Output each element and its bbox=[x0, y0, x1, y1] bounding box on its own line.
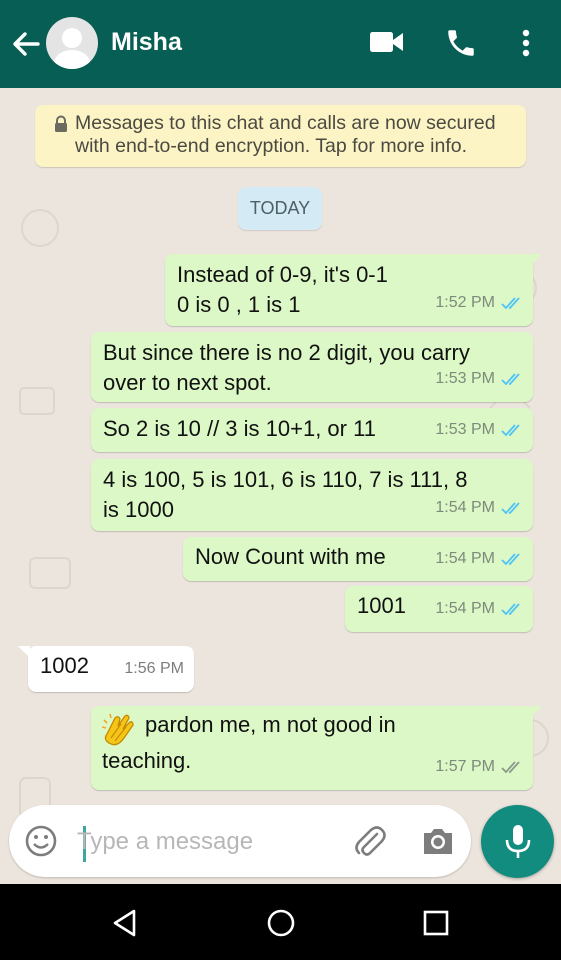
read-ticks-icon bbox=[501, 373, 520, 386]
recents-square-icon[interactable] bbox=[422, 909, 450, 937]
emoji-icon[interactable] bbox=[24, 824, 58, 858]
message-bubble-outgoing[interactable]: Instead of 0-9, it's 0-1 0 is 0 , 1 is 1… bbox=[165, 254, 542, 326]
message-text: 1001 bbox=[357, 593, 406, 618]
message-text: 1002 bbox=[40, 653, 89, 678]
phone-call-icon[interactable] bbox=[444, 26, 478, 60]
message-text: 4 is 100, 5 is 101, 6 is 110, 7 is 111, … bbox=[103, 467, 468, 492]
contact-name[interactable]: Misha bbox=[111, 28, 182, 57]
message-time: 1:53 PM bbox=[435, 421, 495, 438]
back-triangle-icon[interactable] bbox=[110, 908, 140, 938]
back-arrow-icon[interactable] bbox=[10, 28, 42, 60]
avatar[interactable] bbox=[46, 17, 98, 69]
encryption-notice[interactable]: Messages to this chat and calls are now … bbox=[35, 105, 526, 167]
message-time: 1:56 PM bbox=[124, 660, 184, 677]
read-ticks-icon bbox=[501, 502, 520, 515]
message-text: is 1000 bbox=[103, 497, 174, 522]
read-ticks-icon bbox=[501, 297, 520, 310]
video-call-icon[interactable] bbox=[369, 30, 405, 56]
delivered-ticks-icon bbox=[501, 761, 520, 774]
message-composer bbox=[9, 805, 471, 877]
clapping-hands-icon bbox=[101, 713, 134, 746]
encryption-notice-line2: with end-to-end encryption. Tap for more… bbox=[75, 135, 468, 157]
message-bubble-outgoing[interactable]: So 2 is 10 // 3 is 10+1, or 11 1:53 PM bbox=[91, 408, 533, 452]
message-text: over to next spot. bbox=[103, 370, 272, 395]
more-options-icon[interactable] bbox=[519, 28, 533, 60]
message-text: 0 is 0 , 1 is 1 bbox=[177, 292, 301, 317]
message-text: Instead of 0-9, it's 0-1 bbox=[177, 262, 388, 287]
encryption-notice-line1: Messages to this chat and calls are now … bbox=[75, 112, 496, 134]
message-time: 1:54 PM bbox=[435, 600, 495, 617]
date-divider: TODAY bbox=[238, 187, 322, 230]
chat-area[interactable]: Messages to this chat and calls are now … bbox=[0, 88, 561, 884]
message-time: 1:57 PM bbox=[435, 758, 495, 775]
bubble-tail bbox=[530, 254, 542, 266]
camera-icon[interactable] bbox=[421, 825, 455, 857]
message-bubble-outgoing[interactable]: pardon me, m not good in teaching. 1:57 … bbox=[91, 706, 542, 790]
bubble-tail bbox=[18, 646, 30, 658]
message-time: 1:54 PM bbox=[435, 499, 495, 516]
message-bubble-outgoing[interactable]: Now Count with me 1:54 PM bbox=[183, 537, 533, 581]
message-time: 1:52 PM bbox=[435, 294, 495, 311]
message-time: 1:54 PM bbox=[435, 550, 495, 567]
message-text: Now Count with me bbox=[195, 544, 386, 569]
message-text: But since there is no 2 digit, you carry bbox=[103, 340, 470, 365]
message-text: So 2 is 10 // 3 is 10+1, or 11 bbox=[103, 416, 376, 441]
message-text: teaching. bbox=[102, 748, 192, 773]
message-time: 1:53 PM bbox=[435, 370, 495, 387]
message-bubble-incoming[interactable]: 1002 1:56 PM bbox=[18, 646, 194, 692]
default-avatar-icon bbox=[54, 28, 90, 69]
chat-header: Misha bbox=[0, 0, 561, 88]
message-input[interactable] bbox=[75, 824, 339, 860]
read-ticks-icon bbox=[501, 603, 520, 616]
voice-message-button[interactable] bbox=[481, 805, 554, 878]
attach-icon[interactable] bbox=[353, 824, 387, 860]
home-circle-icon[interactable] bbox=[265, 907, 297, 939]
read-ticks-icon bbox=[501, 424, 520, 437]
mic-icon bbox=[505, 825, 531, 858]
message-bubble-outgoing[interactable]: 1001 1:54 PM bbox=[345, 586, 533, 632]
read-ticks-icon bbox=[501, 553, 520, 566]
message-bubble-outgoing[interactable]: 4 is 100, 5 is 101, 6 is 110, 7 is 111, … bbox=[91, 459, 533, 531]
system-navigation-bar bbox=[0, 884, 561, 960]
bubble-tail bbox=[530, 706, 542, 718]
message-bubble-outgoing[interactable]: But since there is no 2 digit, you carry… bbox=[91, 332, 533, 402]
lock-icon bbox=[55, 115, 67, 132]
message-text: pardon me, m not good in bbox=[145, 712, 396, 737]
